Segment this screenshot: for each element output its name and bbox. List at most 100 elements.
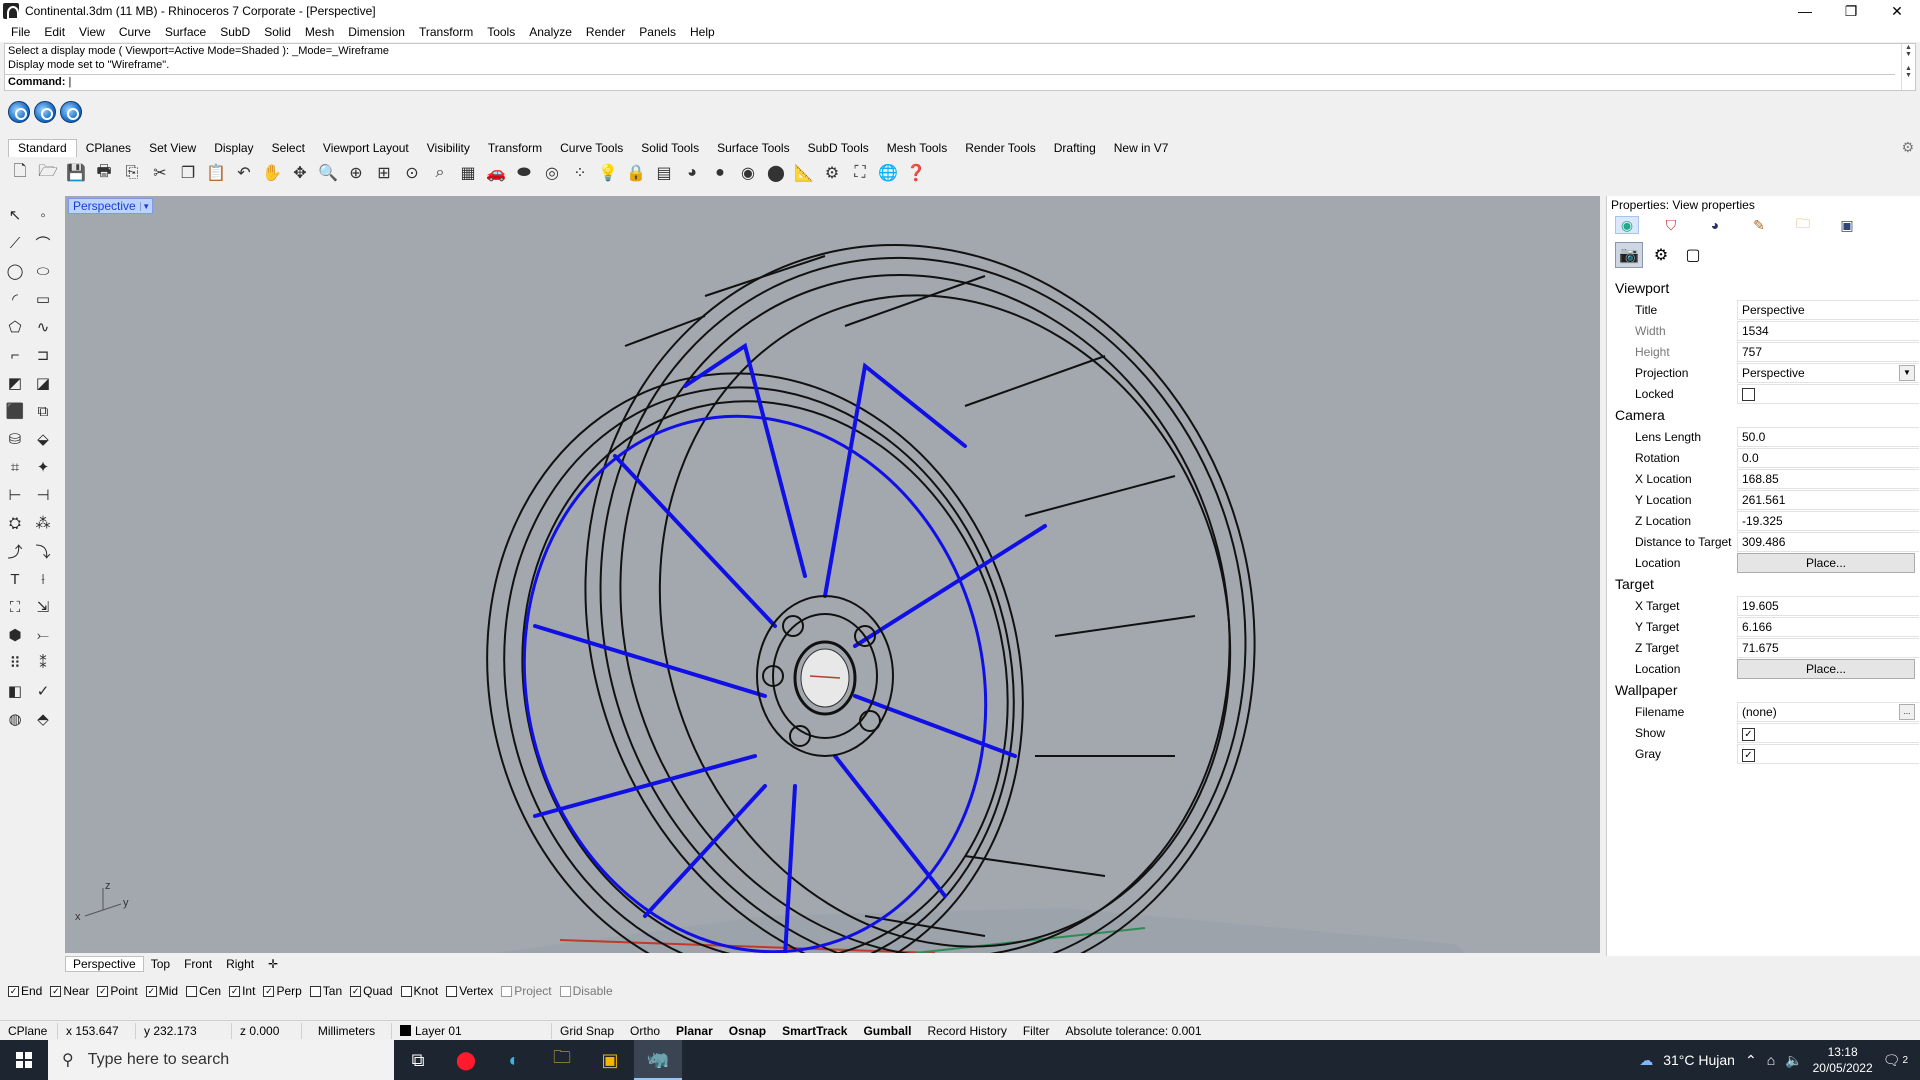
loft-icon[interactable]: ◪: [30, 371, 56, 395]
menu-render[interactable]: Render: [579, 25, 632, 39]
osnap-checkbox[interactable]: ✓: [8, 985, 19, 997]
add-viewport-icon[interactable]: ✛: [261, 957, 285, 971]
environment-icon[interactable]: ◕: [1703, 216, 1727, 234]
chevron-down-icon[interactable]: ▼: [139, 201, 152, 211]
chevron-up-icon[interactable]: ⌃: [1745, 1052, 1757, 1069]
arc-icon[interactable]: ◜: [2, 287, 28, 311]
rendered-sphere-icon[interactable]: ◉: [736, 161, 760, 185]
osnap-checkbox[interactable]: [309, 985, 321, 997]
y-location-field[interactable]: 261.561: [1737, 489, 1919, 510]
ortho-toggle[interactable]: Ortho: [622, 1023, 668, 1039]
notification-icon[interactable]: 🗨: [1883, 1052, 1901, 1069]
analyze-surface-icon[interactable]: ◧: [2, 679, 28, 703]
layer-icon[interactable]: ▤: [652, 161, 676, 185]
viewport-frame-icon[interactable]: ▢: [1679, 242, 1707, 268]
check-icon[interactable]: ✓: [30, 679, 56, 703]
x-location-field[interactable]: 168.85: [1737, 468, 1919, 489]
tab-cplanes[interactable]: CPlanes: [77, 140, 140, 157]
new-file-icon[interactable]: 🗋: [8, 161, 32, 185]
viewport-tab-front[interactable]: Front: [177, 957, 219, 971]
menu-tools[interactable]: Tools: [480, 25, 522, 39]
leader-icon[interactable]: ⊣: [30, 483, 56, 507]
tab-curve-tools[interactable]: Curve Tools: [551, 140, 632, 157]
tab-viewport-layout[interactable]: Viewport Layout: [314, 140, 418, 157]
menu-surface[interactable]: Surface: [158, 25, 213, 39]
distance-to-target-field[interactable]: 309.486: [1737, 531, 1919, 552]
save-icon[interactable]: 💾: [64, 161, 88, 185]
osnap-int[interactable]: ✓ Int: [229, 984, 255, 998]
box-icon[interactable]: ⬛: [2, 399, 28, 423]
light-bulb-icon[interactable]: 💡: [596, 161, 620, 185]
trim-icon[interactable]: ⟊: [30, 567, 56, 591]
edge-icon[interactable]: ◐: [490, 1040, 538, 1080]
surface-icon[interactable]: ◩: [2, 371, 28, 395]
filter-toggle[interactable]: Filter: [1015, 1023, 1058, 1039]
command-scrollbar[interactable]: ▲ ▼ ▲ ▼: [1901, 44, 1915, 90]
globe-icon[interactable]: 🌐: [876, 161, 900, 185]
osnap-checkbox[interactable]: [559, 985, 571, 997]
units[interactable]: Millimeters: [302, 1022, 392, 1039]
osnap-checkbox[interactable]: [400, 985, 412, 997]
render-icon[interactable]: ⬤: [764, 161, 788, 185]
polyline-icon[interactable]: ⟋: [2, 231, 28, 255]
cut-icon[interactable]: ✂: [148, 161, 172, 185]
tab-transform[interactable]: Transform: [479, 140, 551, 157]
browse-button[interactable]: ...: [1899, 703, 1915, 720]
viewport-title[interactable]: Perspective: [69, 199, 140, 213]
boolean-icon[interactable]: ⧉: [30, 399, 56, 423]
pencil-icon[interactable]: ✎: [1747, 216, 1771, 234]
tab-mesh-tools[interactable]: Mesh Tools: [878, 140, 956, 157]
osnap-checkbox[interactable]: [186, 985, 198, 997]
export-icon[interactable]: ⎘: [120, 161, 144, 185]
maximize-button[interactable]: ❐: [1828, 0, 1874, 22]
extrude-icon[interactable]: ⬙: [30, 427, 56, 451]
osnap-checkbox[interactable]: ✓: [50, 985, 62, 997]
block-icon[interactable]: ⁂: [30, 511, 56, 535]
osnap-end[interactable]: ✓ End: [8, 984, 42, 998]
menu-dimension[interactable]: Dimension: [341, 25, 412, 39]
fillet-icon[interactable]: ⌐: [2, 343, 28, 367]
planar-toggle[interactable]: Planar: [668, 1023, 721, 1039]
osnap-checkbox[interactable]: ✓: [229, 985, 241, 997]
osnap-checkbox[interactable]: [501, 985, 513, 997]
offset-icon[interactable]: ⊐: [30, 343, 56, 367]
move-icon[interactable]: ⛶: [2, 595, 28, 619]
group-icon[interactable]: ⛭: [2, 511, 28, 535]
task-view-icon[interactable]: ⧉: [394, 1040, 442, 1080]
rhino-taskbar-icon[interactable]: 🦏: [634, 1040, 682, 1080]
title-field[interactable]: Perspective: [1737, 299, 1919, 320]
speaker-icon[interactable]: 🔈: [1785, 1052, 1802, 1069]
zoom-extents-icon[interactable]: ⊞: [372, 161, 396, 185]
drafting-icon[interactable]: ⬘: [30, 707, 56, 731]
clock[interactable]: 13:18 20/05/2022: [1813, 1044, 1873, 1076]
osnap-mid[interactable]: ✓ Mid: [145, 984, 178, 998]
select-arrow-icon[interactable]: ↖: [2, 203, 28, 227]
curve-icon[interactable]: ⌒: [30, 231, 56, 255]
osnap-vertex[interactable]: Vertex: [446, 984, 493, 998]
viewport-title-tab[interactable]: Perspective ▼: [68, 198, 153, 214]
osnap-perp[interactable]: ✓ Perp: [263, 984, 302, 998]
viewport-tab-right[interactable]: Right: [219, 957, 261, 971]
tab-solid-tools[interactable]: Solid Tools: [632, 140, 708, 157]
open-folder-icon[interactable]: 🗁: [36, 161, 60, 185]
file-explorer-icon[interactable]: 🗀: [538, 1040, 586, 1080]
osnap-checkbox[interactable]: [446, 985, 458, 997]
osnap-tan[interactable]: Tan: [309, 984, 342, 998]
rhino-workspace-icon[interactable]: [8, 101, 30, 123]
osnap-checkbox[interactable]: ✓: [97, 985, 109, 997]
cplane-toggle[interactable]: CPlane: [0, 1022, 58, 1039]
osnap-toggle[interactable]: Osnap: [721, 1023, 774, 1039]
array-icon[interactable]: ⠿: [2, 651, 28, 675]
ellipse-icon[interactable]: ⬭: [30, 259, 56, 283]
network-icon[interactable]: ⌂: [1767, 1052, 1775, 1068]
osnap-knot[interactable]: Knot: [400, 984, 438, 998]
menu-curve[interactable]: Curve: [112, 25, 158, 39]
dimension-icon[interactable]: ⊢: [2, 483, 28, 507]
command-line[interactable]: Command: |: [5, 74, 1895, 90]
target-place-button[interactable]: Place...: [1737, 658, 1915, 679]
osnap-checkbox[interactable]: ✓: [263, 985, 275, 997]
osnap-point[interactable]: ✓ Point: [97, 984, 138, 998]
filename-field[interactable]: (none)...: [1737, 701, 1919, 722]
menu-transform[interactable]: Transform: [412, 25, 480, 39]
chevron-down-icon[interactable]: ▼: [1899, 364, 1915, 381]
